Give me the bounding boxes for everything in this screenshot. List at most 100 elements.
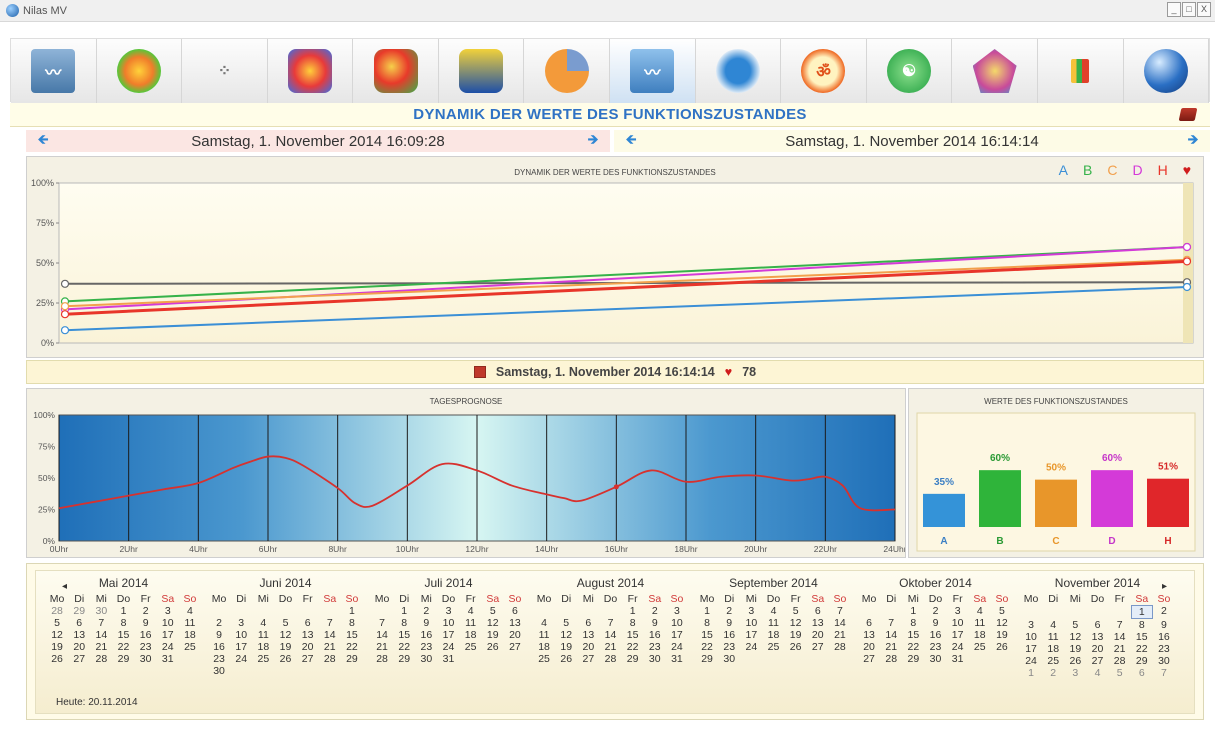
calendar-day[interactable]: 17 (947, 629, 969, 641)
dynamics-series-heart-point[interactable] (60, 279, 70, 288)
calendar-day[interactable]: 4 (1042, 619, 1064, 631)
calendar-day[interactable]: 23 (924, 641, 946, 653)
calendar-day[interactable]: 7 (1109, 619, 1131, 631)
calendar-day[interactable]: 14 (1109, 631, 1131, 643)
left-prev-arrow-icon[interactable]: 🡸 (26, 129, 60, 153)
calendar-day[interactable]: 11 (969, 617, 991, 629)
calendar-day[interactable]: 15 (622, 629, 644, 641)
calendar-day[interactable]: 5 (1109, 667, 1131, 679)
calendar-day[interactable]: 20 (577, 641, 599, 653)
calendar-day[interactable]: 3 (230, 617, 252, 629)
calendar-day[interactable]: 21 (371, 641, 393, 653)
calendar-day[interactable]: 25 (179, 641, 201, 653)
calendar-day[interactable]: 1 (1020, 667, 1042, 679)
calendar-day[interactable]: 21 (1109, 643, 1131, 655)
calendar-day[interactable]: 4 (1086, 667, 1108, 679)
calendar-day[interactable]: 13 (68, 629, 90, 641)
calendar-day[interactable]: 17 (740, 629, 762, 641)
calendar-day[interactable]: 18 (762, 629, 784, 641)
calendar-day[interactable]: 25 (533, 653, 555, 665)
toolbar-item-5[interactable] (353, 39, 439, 103)
calendar-day[interactable]: 15 (112, 629, 134, 641)
calendar-day[interactable]: 26 (482, 641, 504, 653)
calendar-day[interactable]: 24 (157, 641, 179, 653)
forecast-current-point[interactable] (613, 484, 619, 490)
calendar-day[interactable]: 21 (599, 641, 621, 653)
calendar-day[interactable]: 24 (740, 641, 762, 653)
calendar-day[interactable]: 19 (482, 629, 504, 641)
calendar-day[interactable]: 3 (1020, 619, 1042, 631)
calendar-day[interactable]: 13 (807, 617, 829, 629)
calendar-day[interactable]: 14 (880, 629, 902, 641)
calendar-day[interactable]: 17 (666, 629, 688, 641)
calendar-day[interactable]: 1 (112, 605, 134, 617)
calendar-day[interactable]: 2 (718, 605, 740, 617)
dynamics-series-C-point[interactable] (60, 302, 70, 311)
calendar-day[interactable]: 5 (785, 605, 807, 617)
calendar-day[interactable]: 23 (415, 641, 437, 653)
calendar-day[interactable]: 24 (666, 641, 688, 653)
calendar-day[interactable]: 2 (644, 605, 666, 617)
right-next-arrow-icon[interactable]: 🡺 (1176, 129, 1210, 153)
calendar-day[interactable]: 1 (696, 605, 718, 617)
calendar-day[interactable]: 4 (460, 605, 482, 617)
calendar-day[interactable]: 10 (437, 617, 459, 629)
calendar-day[interactable]: 9 (415, 617, 437, 629)
toolbar-item-11[interactable]: ☯ (866, 39, 953, 103)
calendar-day[interactable]: 2 (135, 605, 157, 617)
calendar-day[interactable]: 29 (902, 653, 924, 665)
calendar-day[interactable]: 2 (208, 617, 230, 629)
calendar-day[interactable]: 3 (740, 605, 762, 617)
calendar-day[interactable]: 20 (858, 641, 880, 653)
calendar-day[interactable]: 9 (135, 617, 157, 629)
calendar-day[interactable]: 31 (437, 653, 459, 665)
calendar-day[interactable]: 27 (577, 653, 599, 665)
calendar-day[interactable]: 17 (230, 641, 252, 653)
calendar-day[interactable]: 26 (274, 653, 296, 665)
calendar-day[interactable]: 18 (533, 641, 555, 653)
calendar-day[interactable]: 6 (577, 617, 599, 629)
toolbar-item-1[interactable]: 〰 (11, 39, 97, 103)
calendar-day[interactable]: 7 (599, 617, 621, 629)
calendar-day[interactable]: 8 (1131, 619, 1153, 631)
calendar-day[interactable]: 7 (371, 617, 393, 629)
calendar-day[interactable]: 20 (68, 641, 90, 653)
calendar-day[interactable]: 30 (208, 665, 230, 677)
calendar-day[interactable]: 25 (1042, 655, 1064, 667)
calendar-day[interactable]: 9 (208, 629, 230, 641)
toolbar-item-8[interactable]: 〰 (610, 39, 696, 103)
dynamics-series-H-point[interactable] (60, 310, 70, 319)
values-bar-A[interactable] (923, 493, 965, 527)
calendar-day[interactable]: 18 (969, 629, 991, 641)
calendar-day[interactable]: 18 (179, 629, 201, 641)
calendar-day[interactable]: 3 (1064, 667, 1086, 679)
calendar-day[interactable]: 29 (68, 605, 90, 617)
calendar-day[interactable]: 22 (696, 641, 718, 653)
calendar-day[interactable]: 12 (274, 629, 296, 641)
calendar-day[interactable]: 8 (341, 617, 363, 629)
values-bar-C[interactable] (1035, 479, 1077, 527)
calendar-day[interactable]: 7 (1153, 667, 1175, 679)
calendar-day[interactable]: 13 (297, 629, 319, 641)
calendar-day[interactable]: 18 (1042, 643, 1064, 655)
calendar-day[interactable]: 4 (969, 605, 991, 617)
calendar-day[interactable]: 8 (112, 617, 134, 629)
calendar-day[interactable]: 1 (393, 605, 415, 617)
calendar-day[interactable]: 24 (230, 653, 252, 665)
calendar-day[interactable]: 15 (341, 629, 363, 641)
calendar-day[interactable]: 3 (437, 605, 459, 617)
toolbar-item-9[interactable] (695, 39, 782, 103)
calendar-day[interactable]: 31 (157, 653, 179, 665)
calendar-day[interactable]: 16 (718, 629, 740, 641)
calendar-day[interactable]: 5 (46, 617, 68, 629)
calendar-day[interactable]: 30 (135, 653, 157, 665)
calendar-day[interactable]: 19 (274, 641, 296, 653)
calendar-day[interactable]: 7 (90, 617, 112, 629)
calendar-day[interactable]: 27 (504, 641, 526, 653)
calendar-day[interactable]: 7 (829, 605, 851, 617)
calendar-day[interactable]: 17 (1020, 643, 1042, 655)
maximize-button[interactable]: □ (1182, 2, 1196, 17)
calendar-day[interactable]: 13 (577, 629, 599, 641)
calendar-day[interactable]: 27 (1086, 655, 1108, 667)
toolbar-item-7[interactable] (524, 39, 611, 103)
